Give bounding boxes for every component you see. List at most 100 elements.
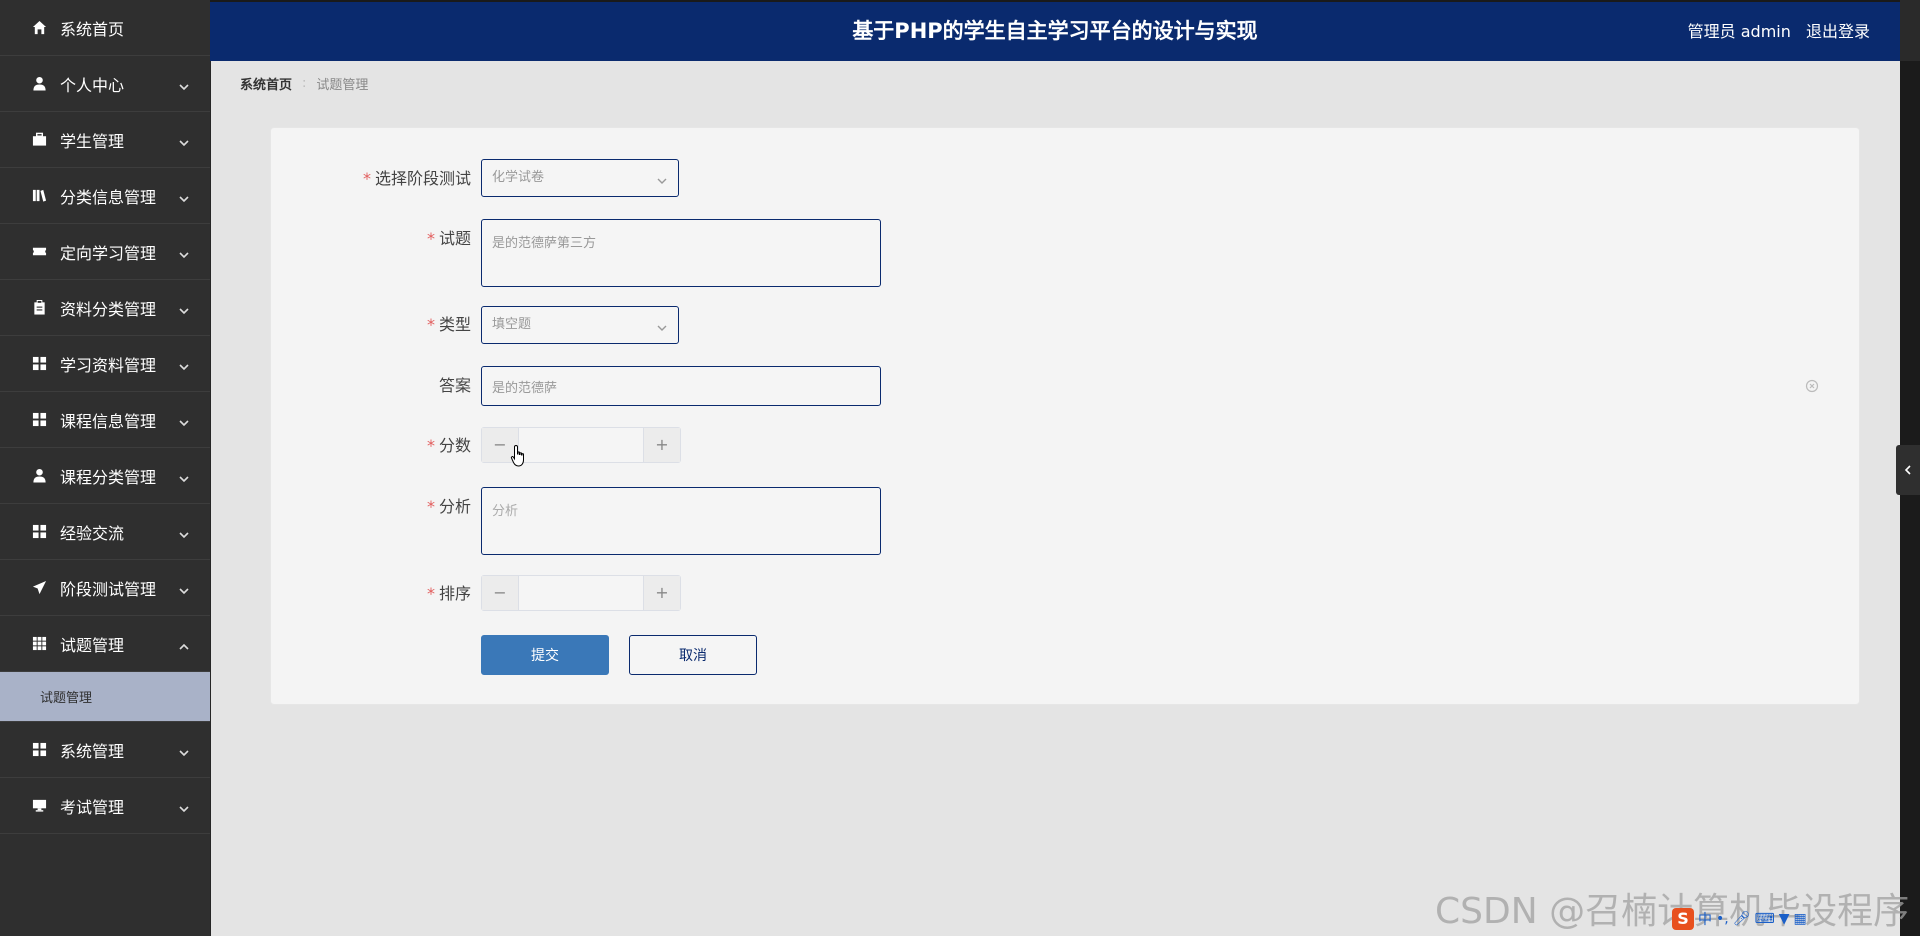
home-icon: [31, 20, 47, 36]
chevron-down-icon: [178, 470, 190, 482]
sidebar-item-experience-exchange[interactable]: 经验交流: [0, 504, 210, 560]
sidebar-item-label: 考试管理: [60, 797, 125, 817]
required-mark: *: [426, 315, 435, 334]
grid-icon: [31, 742, 47, 758]
chevron-down-icon: [178, 582, 190, 594]
skin-icon[interactable]: ▼: [1779, 911, 1790, 927]
right-strip-top: [1900, 0, 1920, 61]
hand-cursor-icon: [510, 444, 524, 467]
sidebar-item-personal-center[interactable]: 个人中心: [0, 56, 210, 112]
sidebar-item-students[interactable]: 学生管理: [0, 112, 210, 168]
toolbox-icon[interactable]: ▦: [1794, 911, 1807, 927]
sidebar-item-label: 阶段测试管理: [60, 579, 157, 599]
cancel-button[interactable]: 取消: [629, 635, 757, 675]
answer-label: 答案: [438, 376, 471, 395]
sidebar-item-exam[interactable]: 考试管理: [0, 778, 210, 834]
question-textarea[interactable]: 是的范德萨第三方: [481, 219, 881, 287]
chevron-down-icon: [178, 78, 190, 90]
sort-increment-button[interactable]: +: [643, 576, 680, 610]
grid-icon: [31, 524, 47, 540]
ticket-icon: [31, 244, 47, 260]
type-select[interactable]: 填空题: [481, 306, 679, 344]
chevron-down-icon: [178, 414, 190, 426]
ime-toolbar: S 中 •, 🎤︎ ⌨ ▼ ▦: [1672, 907, 1892, 931]
user-icon: [31, 468, 47, 484]
submit-button[interactable]: 提交: [481, 635, 609, 675]
microphone-icon[interactable]: 🎤︎: [1733, 911, 1751, 927]
punctuation-icon[interactable]: •,: [1716, 911, 1729, 927]
score-increment-button[interactable]: +: [643, 428, 680, 462]
sidebar-item-label: 经验交流: [60, 523, 125, 543]
required-mark: *: [426, 436, 435, 455]
send-icon: [31, 580, 47, 596]
breadcrumb: 系统首页 : 试题管理: [240, 74, 368, 93]
chevron-down-icon: [178, 800, 190, 812]
stage-test-value: 化学试卷: [492, 170, 545, 185]
submenu-item-label: 试题管理: [40, 691, 93, 706]
page-title: 基于PHP的学生自主学习平台的设计与实现: [852, 19, 1258, 43]
sidebar-item-stage-test[interactable]: 阶段测试管理: [0, 560, 210, 616]
table-icon: [31, 636, 47, 652]
sort-decrement-button[interactable]: −: [482, 576, 519, 610]
required-mark: *: [362, 169, 371, 188]
sidebar-item-label: 系统管理: [60, 741, 125, 761]
analysis-textarea[interactable]: [481, 487, 881, 555]
chevron-up-icon: [178, 638, 190, 650]
logout-link[interactable]: 退出登录: [1806, 22, 1870, 41]
library-icon: [31, 188, 47, 204]
question-label: * 试题: [426, 229, 471, 248]
chevron-down-icon: [178, 526, 190, 538]
user-icon: [31, 76, 47, 92]
sogou-logo-icon: S: [1672, 908, 1694, 930]
top-header: 基于PHP的学生自主学习平台的设计与实现 管理员 admin 退出登录: [210, 0, 1900, 61]
current-user: 管理员 admin: [1687, 22, 1791, 41]
breadcrumb-separator: :: [302, 76, 307, 91]
clear-icon[interactable]: [1805, 378, 1819, 393]
sidebar-item-label: 个人中心: [60, 75, 125, 95]
chevron-down-icon: [178, 246, 190, 258]
breadcrumb-current: 试题管理: [316, 78, 369, 93]
sidebar-item-question-management[interactable]: 试题管理: [0, 616, 210, 672]
sidebar-item-home[interactable]: 系统首页: [0, 0, 210, 56]
form-card: *选择阶段测试 化学试卷 *试题 是的范德萨第三方 *类型 填空题 答案 *分数…: [270, 127, 1860, 705]
type-value: 填空题: [492, 317, 532, 332]
chevron-down-icon: [178, 744, 190, 756]
chevron-down-icon: [656, 172, 668, 184]
required-mark: *: [426, 584, 435, 603]
chevron-left-icon: [1904, 465, 1911, 475]
sidebar-item-course-category[interactable]: 课程分类管理: [0, 448, 210, 504]
sidebar-item-label: 学生管理: [60, 131, 125, 151]
briefcase-icon: [31, 132, 47, 148]
clipboard-icon: [31, 300, 47, 316]
sidebar-item-category-info[interactable]: 分类信息管理: [0, 168, 210, 224]
sidebar-item-label: 系统首页: [60, 19, 125, 39]
sort-input[interactable]: [519, 576, 647, 612]
stage-test-select[interactable]: 化学试卷: [481, 159, 679, 197]
monitor-icon: [31, 798, 47, 814]
grid-icon: [31, 356, 47, 372]
sidebar-item-label: 学习资料管理: [60, 355, 157, 375]
keyboard-icon[interactable]: ⌨: [1755, 911, 1775, 927]
sidebar-item-label: 课程分类管理: [60, 467, 157, 487]
breadcrumb-home[interactable]: 系统首页: [240, 74, 292, 93]
answer-input[interactable]: [481, 366, 881, 406]
sidebar-item-course-info[interactable]: 课程信息管理: [0, 392, 210, 448]
chevron-down-icon: [178, 134, 190, 146]
sidebar-item-label: 课程信息管理: [60, 411, 157, 431]
ime-language[interactable]: 中: [1698, 909, 1712, 929]
chevron-down-icon: [178, 358, 190, 370]
user-area: 管理员 admin 退出登录: [1688, 2, 1870, 61]
sidebar-item-label: 资料分类管理: [60, 299, 157, 319]
chevron-down-icon: [656, 319, 668, 331]
score-input[interactable]: [519, 428, 647, 464]
stage-test-label: * 选择阶段测试: [362, 169, 471, 188]
sidebar-item-material-category[interactable]: 资料分类管理: [0, 280, 210, 336]
score-label: * 分数: [426, 436, 471, 455]
sidebar-item-directed-learning[interactable]: 定向学习管理: [0, 224, 210, 280]
required-mark: *: [426, 229, 435, 248]
sidebar-item-label: 分类信息管理: [60, 187, 157, 207]
side-panel-toggle[interactable]: [1896, 445, 1920, 495]
sidebar-item-system[interactable]: 系统管理: [0, 722, 210, 778]
submenu-item-question-management[interactable]: 试题管理: [0, 672, 210, 722]
sidebar-item-learning-materials[interactable]: 学习资料管理: [0, 336, 210, 392]
